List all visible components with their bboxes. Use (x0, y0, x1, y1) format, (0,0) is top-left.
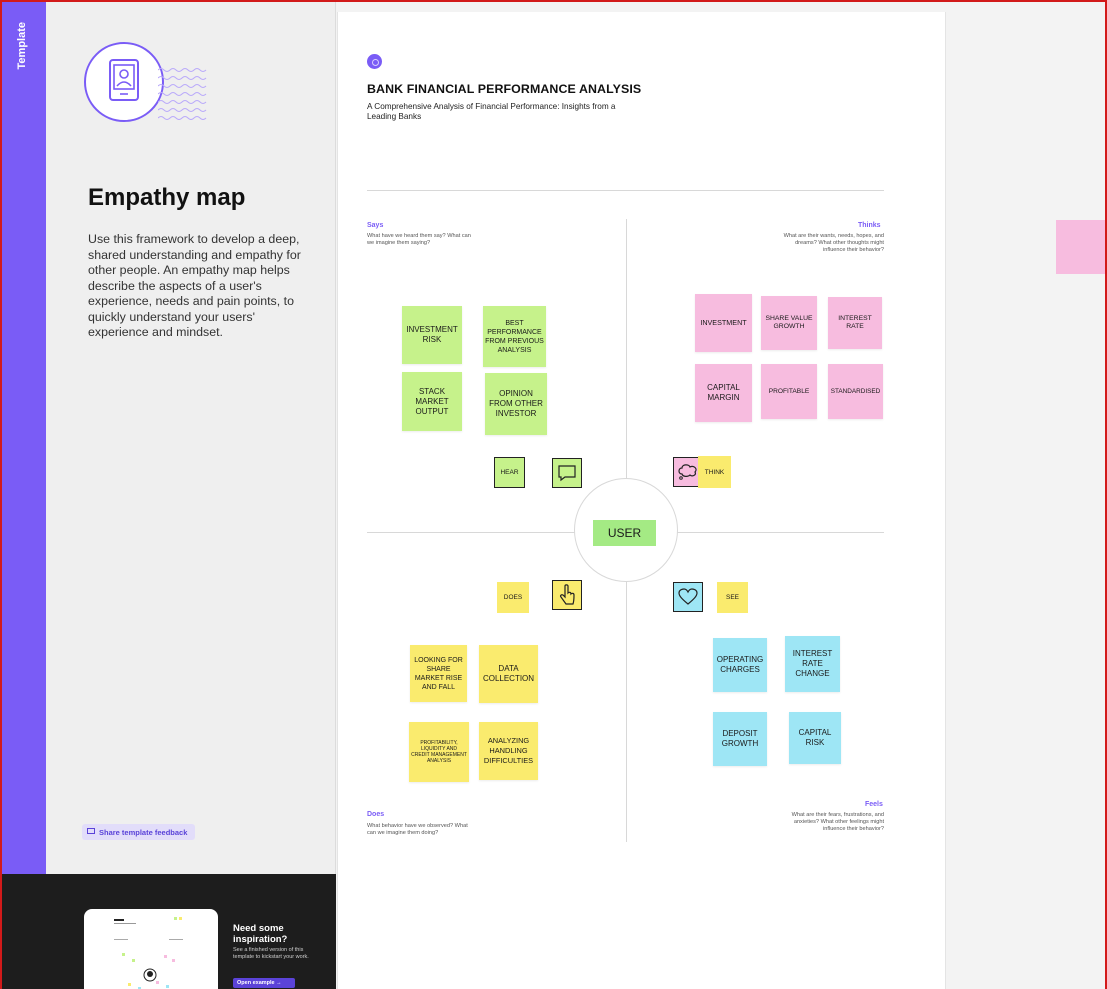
sticky-note[interactable]: PROFITABLE (761, 364, 817, 419)
user-note[interactable]: USER (593, 520, 656, 546)
template-title: Empathy map (88, 184, 246, 211)
sticky-note[interactable]: DATA COLLECTION (479, 645, 538, 703)
template-description: Use this framework to develop a deep, sh… (88, 232, 301, 339)
does-hint: What behavior have we observed? What can… (367, 823, 468, 836)
heart-icon (673, 582, 703, 612)
sticky-note[interactable]: INVESTMENT RISK (402, 306, 462, 364)
says-label: Says (367, 222, 384, 229)
feels-label: Feels (865, 801, 883, 808)
share-feedback-label: Share template feedback (99, 827, 188, 837)
sticky-note[interactable]: DEPOSIT GROWTH (713, 712, 767, 766)
sticky-note-offscreen[interactable] (1056, 220, 1107, 274)
inspiration-heading: Need some inspiration? (233, 923, 288, 945)
think-tag[interactable]: THINK (698, 456, 731, 488)
chat-icon (87, 827, 95, 837)
board-title: BANK FINANCIAL PERFORMANCE ANALYSIS (367, 82, 642, 96)
template-strip: Template (2, 2, 46, 874)
divider (367, 190, 884, 191)
board-subtitle: A Comprehensive Analysis of Financial Pe… (367, 102, 616, 121)
example-thumbnail[interactable] (84, 909, 218, 989)
says-hint: What have we heard them say? What can we… (367, 233, 471, 246)
sticky-note[interactable]: SHARE VALUE GROWTH (761, 296, 817, 350)
thinks-label: Thinks (858, 222, 881, 229)
inspiration-card: Need some inspiration? See a finished ve… (0, 874, 336, 989)
sticky-note[interactable]: INVESTMENT (695, 294, 752, 352)
share-feedback-button[interactable]: Share template feedback (82, 824, 195, 840)
canvas-right-area[interactable] (947, 12, 1107, 989)
sticky-note[interactable]: OPINION FROM OTHER INVESTOR (485, 373, 547, 435)
sticky-note[interactable]: INTEREST RATE CHANGE (785, 636, 840, 692)
sticky-note[interactable]: PROFITABILITY, LIQUIDITY AND CREDIT MANA… (409, 722, 469, 782)
portrait-icon (84, 42, 164, 122)
sticky-note[interactable]: BEST PERFORMANCE FROM PREVIOUS ANALYSIS (483, 306, 546, 367)
sticky-note[interactable]: STANDARDISED (828, 364, 883, 419)
thinks-hint: What are their wants, needs, hopes, and … (783, 233, 884, 253)
template-sidebar: Template Empathy map Use this framework … (0, 0, 336, 989)
sticky-note[interactable]: ANALYZING HANDLING DIFFICULTIES (479, 722, 538, 780)
inspiration-text: See a finished version of this template … (233, 947, 309, 960)
template-tag: Template (16, 22, 28, 70)
empathy-map-board[interactable]: BANK FINANCIAL PERFORMANCE ANALYSIS A Co… (337, 12, 946, 989)
pointing-hand-icon (552, 580, 582, 610)
sticky-note[interactable]: CAPITAL RISK (789, 712, 841, 764)
see-tag[interactable]: SEE (717, 582, 748, 613)
hear-tag[interactable]: HEAR (494, 457, 525, 488)
open-example-label: Open example (237, 980, 275, 986)
sticky-note[interactable]: OPERATING CHARGES (713, 638, 767, 692)
sticky-note[interactable]: STACK MARKET OUTPUT (402, 372, 462, 431)
sticky-note[interactable]: CAPITAL MARGIN (695, 364, 752, 422)
wave-decoration-icon (158, 68, 207, 120)
speech-bubble-icon (552, 458, 582, 488)
open-example-button[interactable]: Open example → (233, 978, 295, 988)
feels-hint: What are their fears, frustrations, and … (791, 812, 884, 832)
sticky-note[interactable]: LOOKING FOR SHARE MARKET RISE AND FALL (410, 645, 467, 702)
board-avatar-icon (367, 54, 382, 69)
arrow-right-icon: → (276, 980, 282, 986)
sticky-note[interactable]: INTEREST RATE (828, 297, 882, 349)
does-tag[interactable]: DOES (497, 582, 529, 613)
does-label: Does (367, 811, 385, 818)
